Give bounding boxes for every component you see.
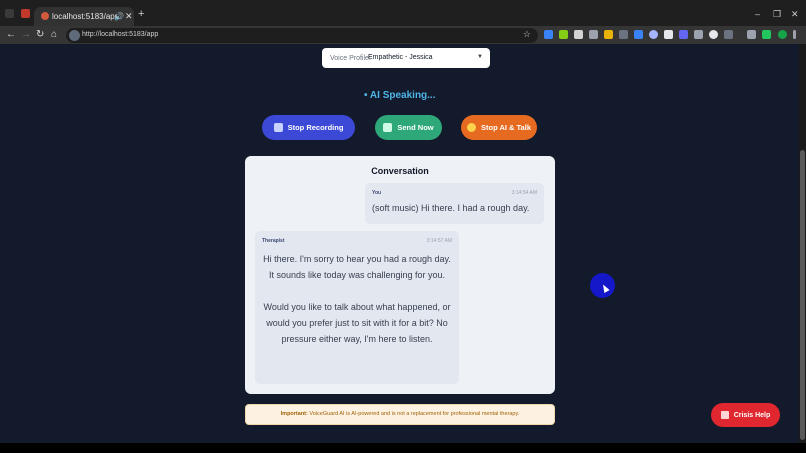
minimize-icon[interactable]: – [755, 10, 760, 19]
extension-icon[interactable] [619, 30, 628, 39]
send-icon [383, 123, 393, 132]
conversation-panel: Conversation You 3:14:54 AM (soft music)… [245, 156, 555, 394]
extension-icon[interactable] [694, 30, 703, 39]
voice-profile-select[interactable]: Voice Profile: Empathetic - Jessica ▼ [322, 48, 490, 68]
stop-recording-button[interactable]: Stop Recording [262, 115, 355, 140]
message-text: Hi there. I'm sorry to hear you had a ro… [263, 254, 451, 344]
disclaimer-bold: Important: [280, 411, 308, 417]
conversation-title: Conversation [371, 166, 429, 176]
window-close-icon[interactable]: ✕ [791, 10, 799, 19]
extension-icon[interactable] [559, 30, 568, 39]
voice-profile-label: Voice Profile: [330, 55, 371, 62]
send-now-button[interactable]: Send Now [375, 115, 442, 140]
maximize-icon[interactable]: ❐ [773, 10, 781, 19]
tab-favicon-icon [41, 12, 49, 20]
browser-tab-bar: localhost:5183/app 🔊 ✕ + – ❐ ✕ [0, 0, 806, 26]
extension-icon[interactable] [544, 30, 553, 39]
stop-ai-talk-button[interactable]: Stop AI & Talk [461, 115, 537, 140]
new-tab-icon[interactable]: + [138, 9, 144, 20]
stop-recording-label: Stop Recording [287, 123, 344, 132]
status-text: AI Speaking... [369, 90, 436, 101]
message-timestamp: 3:14:54 AM [511, 190, 537, 196]
back-icon[interactable]: ← [6, 29, 16, 41]
stop-square-icon [273, 123, 283, 132]
browser-toolbar: ← → ↻ ⌂ http://localhost:5183/app ☆ [0, 26, 806, 44]
site-info-icon[interactable] [69, 30, 80, 41]
user-message: You 3:14:54 AM (soft music) Hi there. I … [365, 183, 544, 224]
voice-profile-value[interactable]: Empathetic - Jessica [368, 54, 433, 61]
forward-icon[interactable]: → [21, 29, 31, 41]
message-timestamp: 3:14:57 AM [426, 238, 452, 244]
phone-icon [720, 411, 729, 419]
bottom-edge [0, 443, 806, 453]
extension-icon[interactable] [709, 30, 718, 39]
message-text: (soft music) Hi there. I had a rough day… [372, 203, 530, 213]
extension-icon[interactable] [649, 30, 658, 39]
crisis-help-label: Crisis Help [733, 411, 771, 419]
speaker-icon[interactable]: 🔊 [114, 12, 124, 21]
send-now-label: Send Now [397, 123, 434, 132]
ai-speaking-status: • AI Speaking... [364, 90, 436, 101]
browser-menu-icon[interactable] [793, 30, 796, 39]
extension-icon[interactable] [604, 30, 613, 39]
tab-title: localhost:5183/app [52, 12, 120, 21]
pinned-tab-icon[interactable] [21, 9, 30, 18]
profile-avatar-icon[interactable] [778, 30, 787, 39]
tab-close-icon[interactable]: ✕ [125, 11, 133, 22]
disclaimer-banner: Important: VoiceGuard AI is AI-powered a… [245, 404, 555, 425]
extensions-puzzle-icon[interactable] [724, 30, 733, 39]
address-url[interactable]: http://localhost:5183/app [82, 31, 158, 38]
chevron-down-icon[interactable]: ▼ [477, 54, 483, 60]
address-bar[interactable]: http://localhost:5183/app ☆ [66, 28, 538, 43]
tab-search-icon[interactable] [5, 9, 14, 18]
crisis-help-button[interactable]: Crisis Help [711, 403, 780, 427]
bookmark-star-icon[interactable]: ☆ [523, 29, 531, 40]
page-scrollbar[interactable] [799, 44, 806, 443]
extension-icon[interactable] [589, 30, 598, 39]
disclaimer-text: VoiceGuard AI is AI-powered and is not a… [307, 411, 520, 417]
message-sender: Therapist [262, 238, 285, 244]
scrollbar-thumb[interactable] [800, 150, 805, 440]
home-icon[interactable]: ⌂ [51, 29, 57, 41]
extension-icon[interactable] [574, 30, 583, 39]
stop-ai-talk-label: Stop AI & Talk [480, 123, 531, 132]
extension-icon[interactable] [679, 30, 688, 39]
extension-icon[interactable] [762, 30, 771, 39]
download-icon[interactable] [747, 30, 756, 39]
hand-icon [466, 123, 476, 132]
message-sender: You [372, 190, 382, 196]
therapist-message: Therapist 3:14:57 AM Hi there. I'm sorry… [255, 231, 459, 384]
browser-tab[interactable]: localhost:5183/app 🔊 ✕ [34, 7, 134, 26]
extension-icon[interactable] [664, 30, 673, 39]
extension-icon[interactable] [634, 30, 643, 39]
reload-icon[interactable]: ↻ [36, 29, 44, 41]
